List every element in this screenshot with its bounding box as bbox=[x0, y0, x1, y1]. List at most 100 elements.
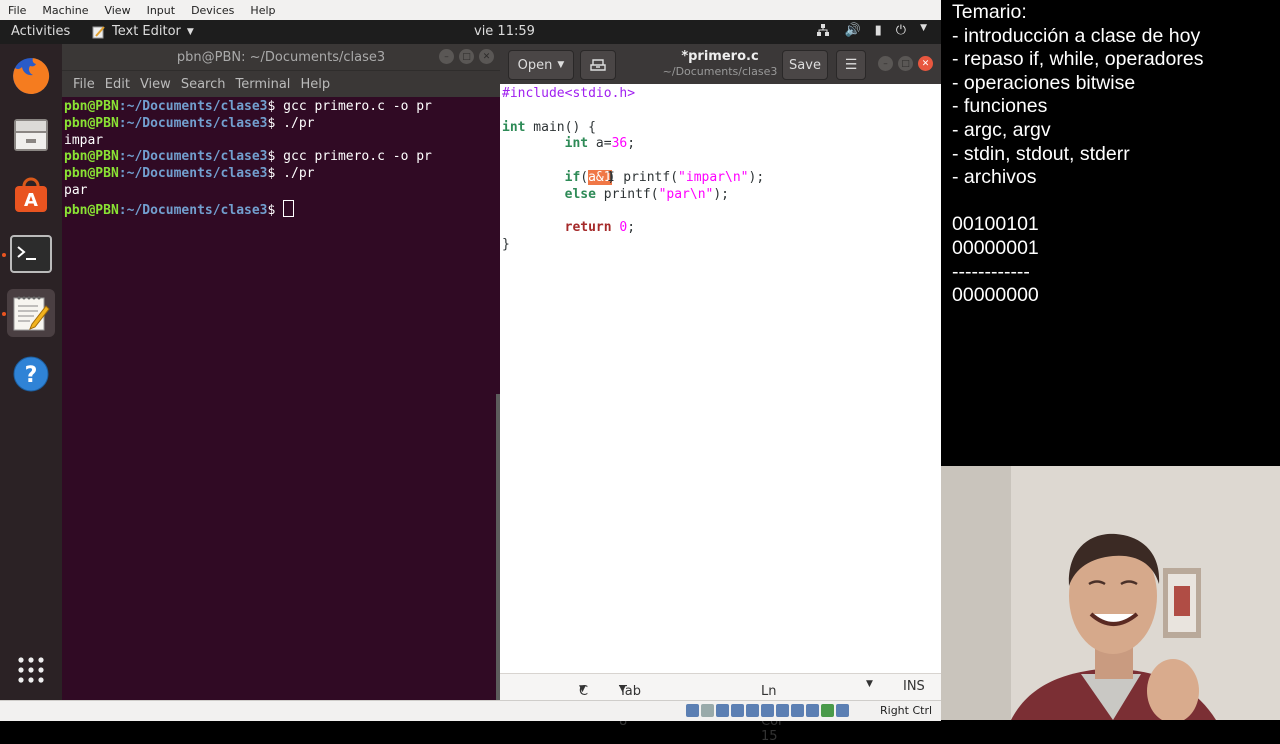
vbox-menu-machine[interactable]: Machine bbox=[34, 4, 96, 17]
optical-drive-icon[interactable] bbox=[701, 704, 714, 717]
usb-icon[interactable] bbox=[746, 704, 759, 717]
bits-separator: ------------ bbox=[952, 260, 1030, 283]
terminal-line: par bbox=[64, 182, 88, 198]
dock-help[interactable]: ? bbox=[7, 350, 55, 398]
code-line: if(a&1ⵊ) printf("impar\n"); bbox=[564, 169, 765, 185]
running-indicator bbox=[2, 253, 6, 257]
new-document-icon bbox=[590, 59, 606, 71]
save-button[interactable]: Save bbox=[782, 50, 828, 80]
vbox-menu-file[interactable]: File bbox=[0, 4, 34, 17]
minimize-icon[interactable]: – bbox=[878, 56, 893, 71]
terminal-icon bbox=[10, 235, 52, 273]
audio-icon[interactable] bbox=[716, 704, 729, 717]
network-icon bbox=[816, 23, 830, 41]
close-icon[interactable]: ✕ bbox=[918, 56, 933, 71]
editor-headerbar[interactable]: Open ▼ *primero.c ~/Documents/clase3 Sav… bbox=[500, 44, 941, 84]
notes-heading: Temario: bbox=[952, 1, 1027, 23]
hamburger-icon: ☰ bbox=[844, 57, 858, 73]
bits-line: 00000000 bbox=[952, 284, 1039, 307]
system-tray[interactable]: 🔊 ▮ ⏻ ▼ bbox=[816, 23, 927, 41]
dock: A ? bbox=[0, 44, 62, 700]
files-icon bbox=[14, 119, 48, 151]
vbox-device-icons bbox=[686, 704, 849, 717]
dock-terminal[interactable] bbox=[7, 230, 55, 278]
power-icon: ⏻ bbox=[895, 23, 907, 38]
chevron-down-icon: ▼ bbox=[557, 60, 565, 70]
clock[interactable]: vie 11:59 bbox=[474, 24, 535, 39]
terminal-line: pbn@PBN:~/Documents/clase3$ bbox=[64, 199, 498, 220]
activities-button[interactable]: Activities bbox=[11, 24, 70, 39]
notes-item: - archivos bbox=[952, 166, 1037, 189]
terminal-line: pbn@PBN:~/Documents/clase3$ ./pr bbox=[64, 115, 315, 131]
new-tab-button[interactable] bbox=[580, 50, 616, 80]
chevron-down-icon[interactable]: ▼ bbox=[866, 679, 873, 689]
vbox-menu-help[interactable]: Help bbox=[242, 4, 283, 17]
app-menu[interactable]: Text Editor ▼ bbox=[92, 24, 194, 39]
open-button[interactable]: Open ▼ bbox=[508, 50, 574, 80]
terminal-menu-help[interactable]: Help bbox=[295, 77, 335, 92]
svg-text:?: ? bbox=[25, 363, 38, 388]
chevron-down-icon: ▼ bbox=[186, 26, 194, 37]
terminal-menu-file[interactable]: File bbox=[68, 77, 100, 92]
text-editor-icon bbox=[92, 25, 105, 38]
code-line: else printf("par\n"); bbox=[564, 186, 730, 202]
display-icon[interactable] bbox=[776, 704, 789, 717]
code-line: } bbox=[502, 237, 510, 253]
code-line: int a=36; bbox=[564, 136, 636, 152]
maximize-icon[interactable]: □ bbox=[459, 49, 474, 64]
hamburger-menu-button[interactable]: ☰ bbox=[836, 50, 866, 80]
editor-statusbar: C ▼ Tab Width: 8 ▼ Ln 6, Col 15 ▼ INS bbox=[500, 673, 941, 744]
svg-text:A: A bbox=[24, 190, 38, 211]
vbox-menu-view[interactable]: View bbox=[96, 4, 138, 17]
notes-item: - argc, argv bbox=[952, 118, 1051, 141]
vbox-menu-input[interactable]: Input bbox=[139, 4, 183, 17]
top-bar: Activities Text Editor ▼ vie 11:59 🔊 ▮ ⏻… bbox=[0, 20, 941, 44]
shared-folder-icon[interactable] bbox=[761, 704, 774, 717]
presenter-video bbox=[941, 466, 1280, 720]
dock-software[interactable]: A bbox=[7, 170, 55, 218]
notes-item: - operaciones bitwise bbox=[952, 71, 1136, 94]
mouse-integration-icon[interactable] bbox=[821, 704, 834, 717]
terminal-menu-view[interactable]: View bbox=[135, 77, 176, 92]
notes-item: - introducción a clase de hoy bbox=[952, 24, 1201, 47]
text-editor-window[interactable]: Open ▼ *primero.c ~/Documents/clase3 Sav… bbox=[500, 44, 941, 744]
host-key-label: Right Ctrl bbox=[880, 704, 933, 717]
maximize-icon[interactable]: □ bbox=[898, 56, 913, 71]
notes-item: - funciones bbox=[952, 95, 1048, 118]
vbox-menubar: File Machine View Input Devices Help bbox=[0, 0, 941, 21]
webcam-feed bbox=[941, 466, 1280, 720]
open-button-label: Open bbox=[517, 57, 553, 73]
code-editor[interactable]: #include<stdio.h> int main() { int a=36;… bbox=[502, 84, 939, 676]
terminal-output[interactable]: pbn@PBN:~/Documents/clase3$ gcc primero.… bbox=[62, 97, 500, 222]
terminal-menu-search[interactable]: Search bbox=[176, 77, 231, 92]
terminal-line: pbn@PBN:~/Documents/clase3$ ./pr bbox=[64, 166, 315, 182]
capture-icon[interactable] bbox=[791, 704, 804, 717]
close-icon[interactable]: ✕ bbox=[479, 49, 494, 64]
vbox-menu-devices[interactable]: Devices bbox=[183, 4, 242, 17]
software-center-icon: A bbox=[15, 177, 47, 212]
show-applications-button[interactable] bbox=[7, 646, 55, 694]
dock-firefox[interactable] bbox=[7, 52, 55, 100]
terminal-window[interactable]: pbn@PBN: ~/Documents/clase3 – □ ✕ File E… bbox=[62, 44, 500, 700]
cpu-icon[interactable] bbox=[806, 704, 819, 717]
dock-files[interactable] bbox=[7, 110, 55, 158]
running-indicator bbox=[2, 312, 6, 316]
terminal-line: impar bbox=[64, 132, 104, 148]
hard-disk-icon[interactable] bbox=[686, 704, 699, 717]
terminal-titlebar[interactable]: pbn@PBN: ~/Documents/clase3 – □ ✕ bbox=[62, 44, 500, 70]
firefox-icon bbox=[13, 57, 50, 94]
insert-mode: INS bbox=[903, 679, 925, 694]
minimize-icon[interactable]: – bbox=[439, 49, 454, 64]
help-icon: ? bbox=[13, 356, 49, 392]
selected-text: a&1 bbox=[588, 169, 612, 185]
terminal-menu-terminal[interactable]: Terminal bbox=[230, 77, 295, 92]
keyboard-icon[interactable] bbox=[836, 704, 849, 717]
dock-text-editor[interactable] bbox=[7, 289, 55, 337]
vbox-statusbar: Right Ctrl bbox=[0, 700, 941, 721]
terminal-menu-edit[interactable]: Edit bbox=[100, 77, 135, 92]
show-apps-icon bbox=[18, 657, 44, 683]
code-line: #include<stdio.h> bbox=[502, 86, 636, 101]
network-icon[interactable] bbox=[731, 704, 744, 717]
